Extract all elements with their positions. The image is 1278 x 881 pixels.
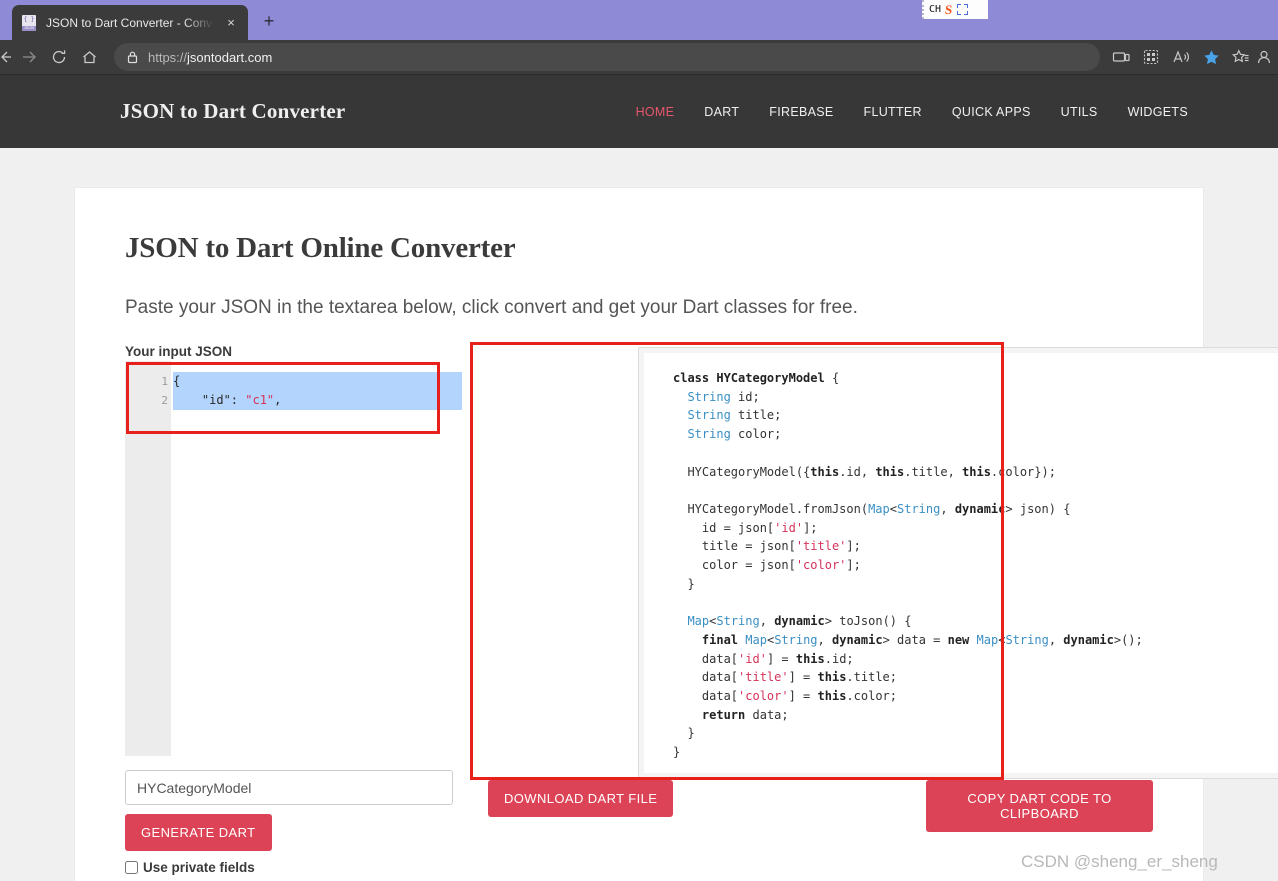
page-title: JSON to Dart Online Converter bbox=[125, 232, 516, 264]
private-fields-row[interactable]: Use private fields bbox=[125, 860, 1153, 875]
lock-icon bbox=[126, 50, 139, 64]
toolbar-right-actions bbox=[1106, 43, 1272, 71]
device-cast-icon[interactable] bbox=[1106, 43, 1136, 71]
dart-code-line: title = json['title']; bbox=[673, 539, 861, 554]
dart-code-line: } bbox=[673, 745, 681, 760]
collections-icon[interactable] bbox=[1226, 43, 1256, 71]
json-input-editor[interactable]: 1▾2 { "id": "c1", bbox=[125, 361, 462, 756]
browser-tabstrip: JSON to Dart Converter - Conver × + CH S bbox=[0, 0, 1278, 40]
back-arrow-icon[interactable] bbox=[0, 43, 14, 71]
nav-item-flutter[interactable]: FLUTTER bbox=[864, 105, 922, 119]
dart-code-line: return data; bbox=[701, 707, 789, 722]
page-subtitle: Paste your JSON in the textarea below, c… bbox=[125, 297, 858, 318]
json-file-icon bbox=[22, 14, 38, 31]
json-gutter: 1▾2 bbox=[125, 361, 179, 756]
forward-arrow-icon[interactable] bbox=[14, 43, 44, 71]
json-code-line[interactable]: { bbox=[173, 372, 462, 391]
json-line-number: 1▾ bbox=[125, 372, 179, 391]
nav-item-dart[interactable]: DART bbox=[704, 105, 739, 119]
apps-grid-icon[interactable] bbox=[1136, 43, 1166, 71]
download-dart-file-button[interactable]: DOWNLOAD DART FILE bbox=[488, 780, 674, 817]
address-bar[interactable]: https://jsontodart.com bbox=[114, 43, 1100, 71]
content-card: JSON to Dart Online Converter Paste your… bbox=[74, 187, 1278, 881]
use-private-fields-label[interactable]: Use private fields bbox=[143, 860, 255, 875]
site-header: JSON to Dart Converter HOME DART FIREBASE F… bbox=[0, 75, 1278, 148]
dart-code-line: final Map<String, dynamic> data = new Ma… bbox=[701, 632, 1143, 647]
dart-code-line: } bbox=[673, 576, 695, 591]
copy-dart-code-button[interactable]: COPY DART CODE TO CLIPBOARD bbox=[926, 780, 1153, 832]
json-input-column: Your input JSON 1▾2 { "id": "c1", bbox=[125, 344, 462, 756]
home-icon[interactable] bbox=[74, 43, 104, 71]
dart-code-line: class HYCategoryModel { bbox=[673, 371, 840, 385]
dart-code-line: HYCategoryModel({this.id, this.title, th… bbox=[673, 464, 1056, 479]
dart-code-line: color = json['color']; bbox=[673, 558, 861, 573]
browser-tab-title: JSON to Dart Converter - Conver bbox=[46, 15, 214, 30]
site-logo[interactable]: JSON to Dart Converter bbox=[120, 99, 345, 124]
ime-floating-toolbar[interactable]: CH S bbox=[922, 0, 988, 19]
dart-code-line: String id; bbox=[687, 389, 760, 404]
dart-output-panel: class HYCategoryModel { String id; Strin… bbox=[638, 347, 1278, 779]
dart-code-line bbox=[673, 593, 1278, 612]
dart-code-line: id = json['id']; bbox=[673, 520, 818, 535]
dart-code-line: data['color'] = this.color; bbox=[673, 688, 897, 703]
use-private-fields-checkbox[interactable] bbox=[125, 861, 138, 874]
profile-icon[interactable] bbox=[1256, 43, 1272, 71]
dart-code-line bbox=[673, 444, 1278, 463]
browser-toolbar: https://jsontodart.com bbox=[0, 40, 1278, 75]
dart-code-line: String title; bbox=[687, 408, 782, 423]
dart-code-line: Map<String, dynamic> toJson() { bbox=[687, 614, 912, 629]
dart-code-line: } bbox=[673, 726, 695, 741]
nav-item-quick-apps[interactable]: QUICK APPS bbox=[952, 105, 1031, 119]
favorites-star-icon[interactable] bbox=[1196, 43, 1226, 71]
dart-code-line: data['id'] = this.id; bbox=[673, 651, 854, 666]
site-navigation: HOME DART FIREBASE FLUTTER QUICK APPS UTILS WI… bbox=[636, 105, 1188, 119]
json-line-number: 2 bbox=[161, 394, 168, 407]
watermark: CSDN @sheng_er_sheng bbox=[1021, 852, 1218, 871]
ime-language-label[interactable]: CH bbox=[929, 4, 941, 15]
dart-code-output[interactable]: class HYCategoryModel { String id; Strin… bbox=[644, 353, 1278, 773]
refresh-icon[interactable] bbox=[44, 43, 74, 71]
json-input-label: Your input JSON bbox=[125, 344, 232, 359]
dart-code-line: HYCategoryModel.fromJson(Map<String, dyn… bbox=[673, 501, 1071, 516]
read-aloud-icon[interactable] bbox=[1166, 43, 1196, 71]
nav-item-widgets[interactable]: WIDGETS bbox=[1128, 105, 1188, 119]
sogou-logo-icon[interactable]: S bbox=[944, 2, 953, 17]
nav-item-utils[interactable]: UTILS bbox=[1061, 105, 1098, 119]
browser-chrome: JSON to Dart Converter - Conver × + CH S bbox=[0, 0, 1278, 75]
nav-item-home[interactable]: HOME bbox=[636, 105, 675, 119]
selection-highlight bbox=[173, 372, 462, 391]
dart-code-line: data['title'] = this.title; bbox=[673, 670, 897, 685]
close-icon[interactable]: × bbox=[222, 14, 240, 32]
page-body: JSON to Dart Online Converter Paste your… bbox=[0, 148, 1278, 881]
json-code-line[interactable]: "id": "c1", bbox=[173, 391, 462, 410]
json-code-area[interactable]: { "id": "c1", bbox=[171, 361, 462, 756]
dart-code-line: String color; bbox=[687, 427, 782, 442]
new-tab-button[interactable]: + bbox=[258, 11, 280, 33]
address-bar-url[interactable]: https://jsontodart.com bbox=[148, 50, 272, 65]
nav-item-firebase[interactable]: FIREBASE bbox=[769, 105, 833, 119]
controls-area: GENERATE DART Use private fields DOWNLOA… bbox=[125, 770, 1218, 881]
dart-code-line bbox=[673, 481, 1278, 500]
expand-icon[interactable] bbox=[957, 4, 969, 15]
generate-dart-button[interactable]: GENERATE DART bbox=[125, 814, 272, 851]
converter-area: Your input JSON 1▾2 { "id": "c1", class … bbox=[125, 342, 1278, 780]
classname-input[interactable] bbox=[125, 770, 453, 805]
browser-tab[interactable]: JSON to Dart Converter - Conver × bbox=[12, 5, 248, 40]
